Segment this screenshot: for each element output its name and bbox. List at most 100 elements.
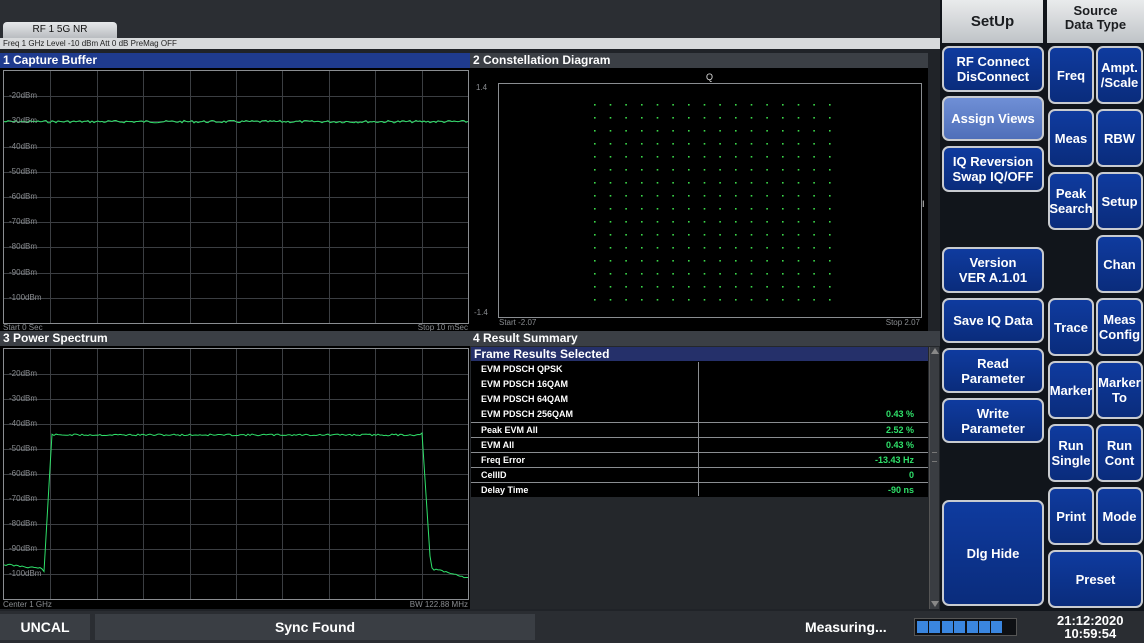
constellation-point (594, 234, 596, 236)
read-parameter-button[interactable]: Read Parameter (942, 348, 1044, 393)
meas-button[interactable]: Meas (1048, 109, 1094, 167)
chan-button[interactable]: Chan (1096, 235, 1143, 293)
result-row: EVM PDSCH 16QAM (471, 377, 928, 392)
constellation-point (656, 247, 659, 249)
constellation-point (703, 221, 706, 223)
constellation-point (735, 195, 737, 197)
run-cont-button[interactable]: Run Cont (1096, 424, 1143, 482)
marker-button[interactable]: Marker (1048, 361, 1094, 419)
write-parameter-button[interactable]: Write Parameter (942, 398, 1044, 443)
mode-button[interactable]: Mode (1096, 487, 1143, 545)
constellation-point (641, 286, 643, 288)
constellation-point (672, 195, 674, 197)
constellation-point (750, 208, 753, 210)
constellation-point (688, 221, 690, 223)
constellation-point (750, 182, 753, 184)
preset-button[interactable]: Preset (1048, 550, 1143, 608)
constellation-point (641, 260, 643, 262)
constellation-point (813, 130, 815, 132)
power-spectrum-panel[interactable]: 3 Power Spectrum -20dBm -30dBm -40dBm -50dB… (0, 331, 470, 609)
constellation-point (672, 130, 674, 132)
constellation-point (656, 273, 659, 275)
constellation-point (719, 130, 721, 132)
constellation-point (719, 299, 721, 301)
result-row: EVM PDSCH QPSK (471, 362, 928, 377)
scroll-thumb[interactable] (932, 452, 937, 462)
run-single-button[interactable]: Run Single (1048, 424, 1094, 482)
constellation-point (750, 143, 753, 145)
tab-rf-5g-nr[interactable]: RF 1 5G NR (3, 22, 117, 38)
freq-button[interactable]: Freq (1048, 46, 1094, 104)
meas-config-button[interactable]: Meas Config (1096, 298, 1143, 356)
rf-connect-button[interactable]: RF Connect DisConnect (942, 46, 1044, 92)
constellation-point (688, 247, 690, 249)
constellation-point (688, 299, 690, 301)
peak-search-button[interactable]: Peak Search (1048, 172, 1094, 230)
ampt-scale-button[interactable]: Ampt./Scale (1096, 46, 1143, 104)
constellation-point (735, 117, 737, 119)
constellation-point (782, 104, 784, 106)
sync-status: Sync Found (95, 614, 535, 640)
constellation-point (766, 169, 768, 171)
source-data-type-header[interactable]: Source Data Type (1047, 0, 1144, 43)
constellation-point (797, 273, 800, 275)
result-value: 0.43 % (885, 409, 914, 419)
constellation-point (797, 156, 800, 158)
constellation-point (782, 156, 784, 158)
constellation-point (703, 299, 706, 301)
result-value: 0.43 % (885, 440, 914, 450)
constellation-point (766, 208, 768, 210)
measuring-status: Measuring... (805, 619, 887, 635)
constellation-point (688, 130, 690, 132)
result-value: -90 ns (887, 485, 914, 495)
constellation-point (735, 130, 737, 132)
constellation-point (735, 234, 737, 236)
progress-segment (979, 621, 990, 633)
spectrum-y-label: -90dBm (9, 544, 38, 553)
capture-y-label: -40dBm (9, 142, 38, 151)
constellation-point (750, 104, 753, 106)
constellation-point (735, 221, 737, 223)
constellation-point (641, 169, 643, 171)
scroll-down-arrow[interactable] (931, 601, 939, 607)
constellation-point (672, 104, 674, 106)
constellation-point (625, 117, 627, 119)
marker-to-button[interactable]: Marker To (1096, 361, 1143, 419)
setup-button[interactable]: Setup (1096, 172, 1143, 230)
constellation-point (766, 286, 768, 288)
result-scrollbar[interactable] (929, 347, 939, 609)
constellation-panel[interactable]: 2 Constellation Diagram Q 1.4 -1.4 I Sta… (470, 53, 928, 331)
constellation-point (782, 247, 784, 249)
trace-button[interactable]: Trace (1048, 298, 1094, 356)
constellation-point (735, 182, 737, 184)
result-label: EVM All (481, 440, 515, 450)
constellation-point (656, 208, 659, 210)
constellation-point (750, 195, 753, 197)
constellation-point (782, 182, 784, 184)
assign-views-button[interactable]: Assign Views (942, 96, 1044, 141)
constellation-point (703, 156, 706, 158)
version-button[interactable]: Version VER A.1.01 (942, 247, 1044, 293)
setup-header: SetUp (942, 0, 1043, 43)
constellation-point (609, 130, 612, 132)
result-row: CellID 0 (471, 467, 928, 482)
spectrum-bw-label: BW 122.88 MHz (409, 600, 468, 609)
result-row: Delay Time -90 ns (471, 482, 928, 497)
scroll-up-arrow[interactable] (931, 348, 939, 354)
constellation-point (750, 130, 753, 132)
constellation-point (766, 195, 768, 197)
measurement-progress-bar (914, 618, 1017, 636)
constellation-point (625, 260, 627, 262)
print-button[interactable]: Print (1048, 487, 1094, 545)
iq-reversion-button[interactable]: IQ Reversion Swap IQ/OFF (942, 146, 1044, 192)
save-iq-data-button[interactable]: Save IQ Data (942, 298, 1044, 343)
constellation-point (797, 195, 800, 197)
constellation-point (735, 208, 737, 210)
constellation-point (688, 169, 690, 171)
constellation-point (641, 273, 643, 275)
constellation-point (766, 156, 768, 158)
capture-buffer-panel[interactable]: 1 Capture Buffer -20dBm -30dBm -40dBm -50dB… (0, 53, 470, 332)
rbw-button[interactable]: RBW (1096, 109, 1143, 167)
capture-y-label: -50dBm (9, 167, 38, 176)
dlg-hide-button[interactable]: Dlg Hide (942, 500, 1044, 606)
